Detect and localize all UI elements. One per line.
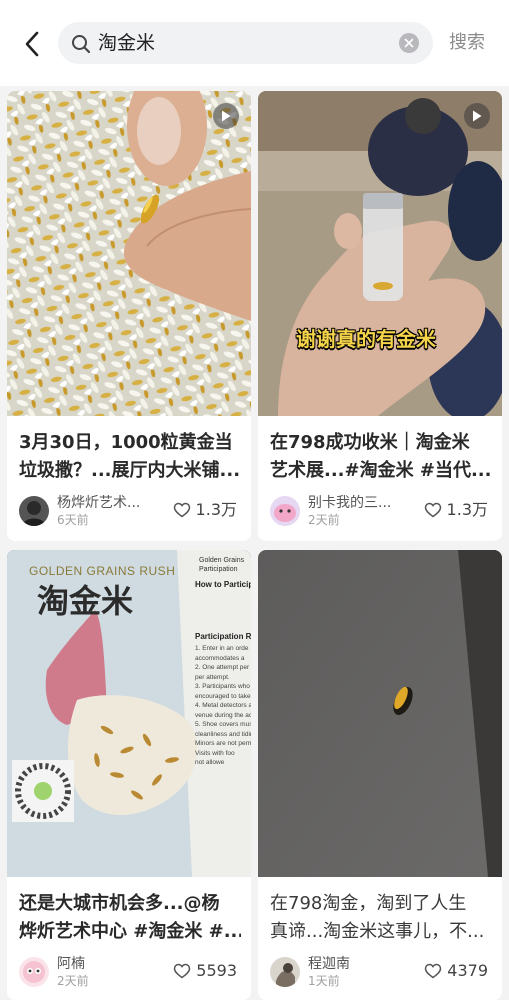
- post-cover-image: [258, 550, 502, 877]
- like-count: 1.3万: [446, 500, 488, 519]
- post-title: 在798成功收米｜淘金米 艺术展...#淘金米 #当代...: [270, 432, 492, 481]
- avatar[interactable]: [270, 957, 300, 987]
- search-field[interactable]: 淘金米: [58, 22, 433, 64]
- post-time: 2天前: [308, 513, 340, 527]
- close-icon: [404, 38, 414, 48]
- like-count: 5593: [196, 961, 237, 980]
- avatar[interactable]: [19, 957, 49, 987]
- like-count: 4379: [447, 961, 488, 980]
- poster-section: Participation Ru: [195, 632, 251, 641]
- overlay-caption: 谢谢真的有金米: [296, 327, 436, 351]
- search-input[interactable]: 淘金米: [98, 31, 155, 55]
- post-time: 2天前: [57, 974, 89, 988]
- top-bar: 淘金米 搜索: [0, 0, 509, 86]
- poster-side-heading: Golden Grains Participation: [199, 557, 245, 573]
- post-meta: 杨烨炘艺术... 6天前 1.3万: [19, 494, 241, 530]
- post-card[interactable]: GOLDEN GRAINS RUSH 淘金米 Golden Grains Par…: [7, 550, 251, 1000]
- poster-title: 淘金米: [37, 582, 134, 620]
- post-time: 6天前: [57, 513, 89, 527]
- chevron-left-icon: [25, 31, 39, 57]
- like-count: 1.3万: [195, 500, 237, 519]
- like-button[interactable]: 1.3万: [173, 500, 237, 520]
- like-button[interactable]: 1.3万: [424, 500, 488, 520]
- avatar[interactable]: [270, 496, 300, 526]
- post-meta: 程迦南 1天前 4379: [270, 955, 492, 991]
- heart-icon: [424, 502, 441, 518]
- clear-search-button[interactable]: [399, 33, 419, 53]
- poster-rules: 1. Enter in an orde accommodates a 2. On…: [195, 645, 251, 766]
- video-play-icon: [213, 103, 239, 129]
- author-name[interactable]: 程迦南: [308, 955, 350, 973]
- post-title: 还是大城市机会多...@杨 烨炘艺术中心 #淘金米 #...: [19, 893, 241, 942]
- post-cover-image: [7, 91, 251, 416]
- author-name[interactable]: 杨烨炘艺术...: [57, 494, 140, 512]
- post-meta: 别卡我的三... 2天前 1.3万: [270, 494, 492, 530]
- author-name[interactable]: 别卡我的三...: [308, 494, 391, 512]
- search-icon: [72, 35, 91, 54]
- search-button[interactable]: 搜索: [449, 31, 485, 55]
- post-cover-image: GOLDEN GRAINS RUSH 淘金米 Golden Grains Par…: [7, 550, 251, 877]
- like-button[interactable]: 5593: [173, 961, 237, 981]
- post-meta: 阿楠 2天前 5593: [19, 955, 241, 991]
- post-card[interactable]: 在798淘金，淘到了人生 真谛...淘金米这事儿，不... 程迦南 1天前 43…: [258, 550, 502, 1000]
- post-title: 3月30日，1000粒黄金当 垃圾撒？...展厅内大米铺...: [19, 432, 241, 481]
- post-card[interactable]: 3月30日，1000粒黄金当 垃圾撒？...展厅内大米铺... 杨烨炘艺术...…: [7, 91, 251, 541]
- heart-icon: [173, 502, 190, 518]
- post-title: 在798淘金，淘到了人生 真谛...淘金米这事儿，不...: [270, 893, 485, 942]
- video-play-icon: [464, 103, 490, 129]
- heart-icon: [425, 963, 442, 979]
- poster-heading: GOLDEN GRAINS RUSH: [29, 564, 176, 578]
- back-button[interactable]: [14, 26, 50, 62]
- post-card[interactable]: 谢谢真的有金米 在798成功收米｜淘金米 艺术展...#淘金米 #当代... 别…: [258, 91, 502, 541]
- poster-side-subheading: How to Particip: [195, 580, 251, 589]
- post-cover-image: 谢谢真的有金米: [258, 91, 502, 416]
- post-time: 1天前: [308, 974, 340, 988]
- heart-icon: [174, 963, 191, 979]
- author-name[interactable]: 阿楠: [57, 955, 85, 973]
- like-button[interactable]: 4379: [424, 961, 488, 981]
- avatar[interactable]: [19, 496, 49, 526]
